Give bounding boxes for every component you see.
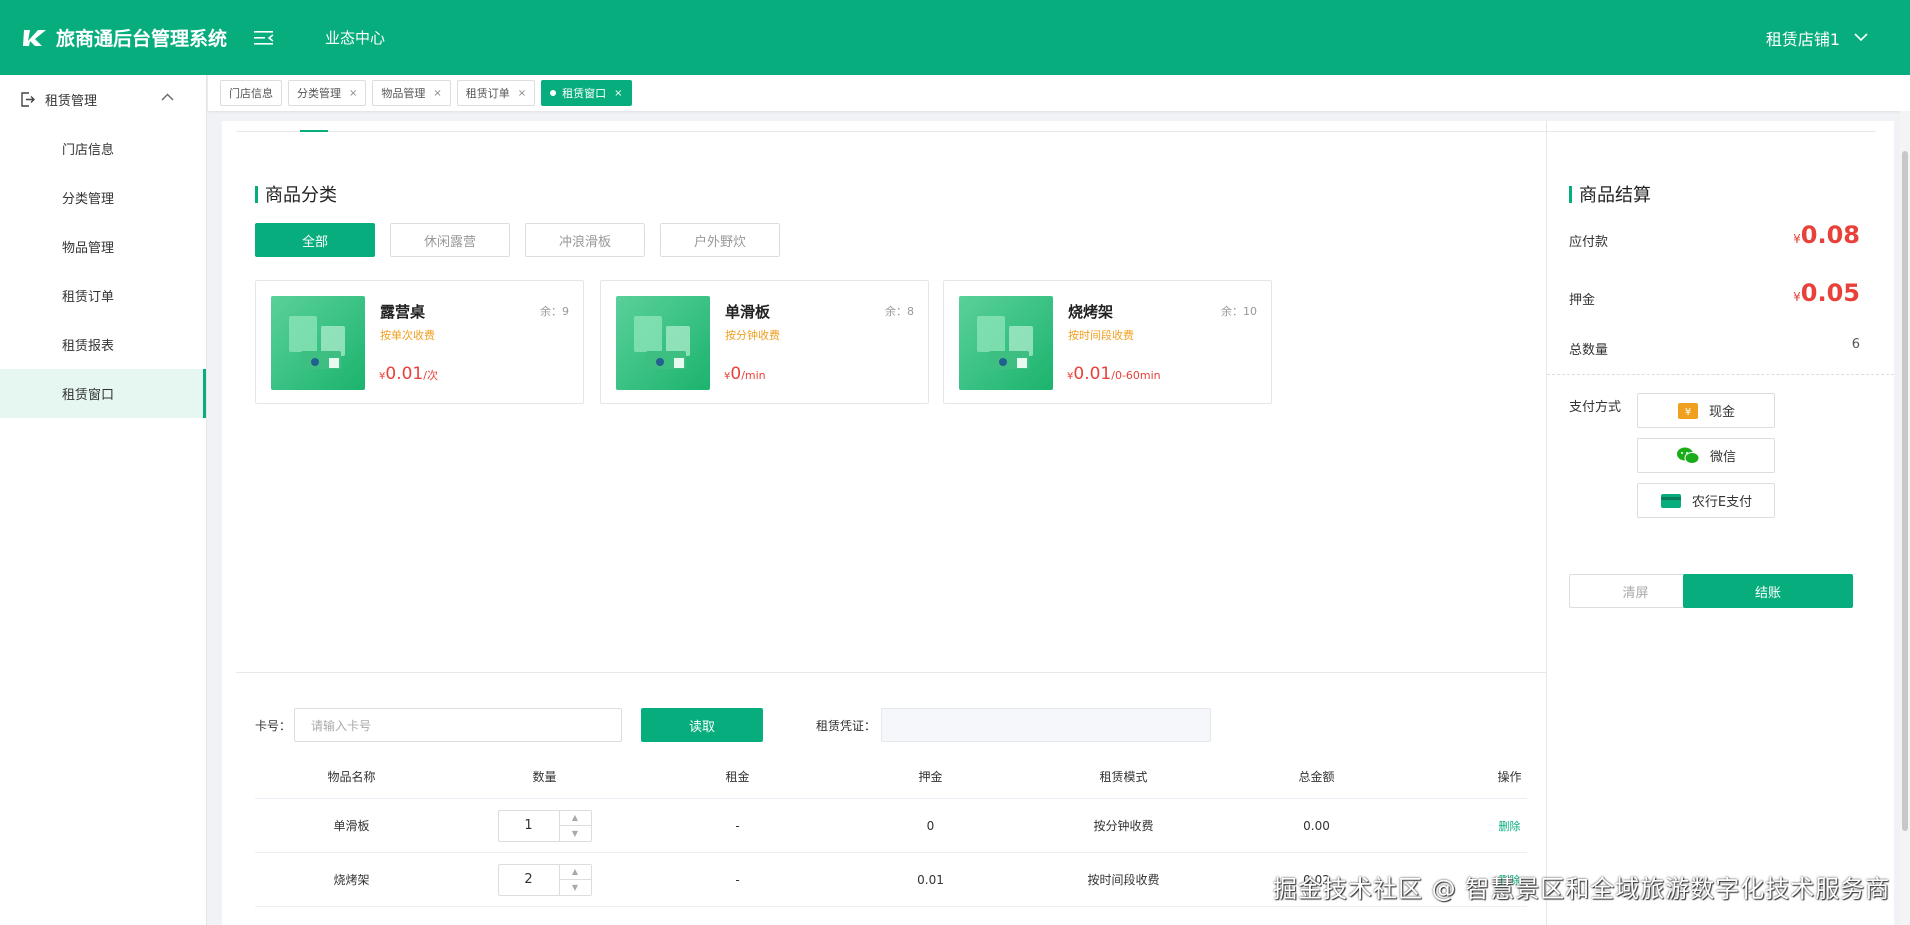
product-price: ¥0/min — [724, 364, 766, 384]
sidebar-item-store-info[interactable]: 门店信息 — [0, 124, 206, 173]
close-icon[interactable]: × — [433, 88, 441, 99]
svg-text:¥: ¥ — [1685, 407, 1691, 418]
total-count-value: 6 — [1851, 337, 1860, 352]
sidebar-item-report[interactable]: 租赁报表 — [0, 320, 206, 369]
nav-business-center[interactable]: 业态中心 — [325, 27, 385, 48]
deposit-label: 押金 — [1569, 293, 1596, 308]
pay-wechat-button[interactable]: 微信 — [1637, 438, 1775, 473]
product-price: ¥0.01/0-60min — [1067, 364, 1161, 384]
total-count-label: 总数量 — [1569, 343, 1609, 358]
card-number-label: 卡号： — [255, 719, 292, 733]
product-card[interactable]: 露营桌 余：9 按单次收费 ¥0.01/次 — [255, 280, 584, 404]
product-card[interactable]: 单滑板 余：8 按分钟收费 ¥0/min — [600, 280, 929, 404]
user-menu[interactable]: 租赁店铺1 — [1766, 0, 1868, 75]
logo[interactable]: 旅商通后台管理系统 — [22, 24, 227, 51]
sidebar: 租赁管理 门店信息 分类管理 物品管理 租赁订单 租赁报表 租赁窗口 — [0, 75, 207, 925]
product-stock: 余：10 — [1221, 305, 1257, 318]
product-image — [271, 296, 365, 390]
logo-icon — [23, 29, 46, 46]
sidebar-item-goods[interactable]: 物品管理 — [0, 222, 206, 271]
table-row: 单滑板 1 ▲ ▼ - 0 按分钟收费 0.00 删除 — [255, 799, 1527, 853]
read-card-button[interactable]: 读取 — [641, 708, 763, 742]
product-charge-mode: 按分钟收费 — [725, 329, 780, 342]
product-card[interactable]: 烧烤架 余：10 按时间段收费 ¥0.01/0-60min — [943, 280, 1272, 404]
category-button-camping[interactable]: 休闲露营 — [390, 223, 510, 257]
product-image — [616, 296, 710, 390]
bank-card-icon — [1660, 492, 1682, 510]
logout-box-icon — [21, 92, 35, 107]
increment-icon[interactable]: ▲ — [559, 811, 591, 826]
menu-toggle-icon[interactable] — [253, 29, 275, 47]
scrollbar-thumb[interactable] — [1902, 151, 1908, 831]
product-stock: 余：8 — [885, 305, 914, 318]
product-pane: 商品分类 全部 休闲露营 冲浪滑板 户外野炊 露营桌 余：9 按单次收费 ¥0.… — [222, 121, 1547, 925]
dashed-divider — [1547, 374, 1894, 375]
settlement-pane: 商品结算 应付款 ¥0.08 押金 ¥0.05 总数量 6 支付方式 ¥ 现金 … — [1547, 121, 1894, 925]
table-header: 物品名称 数量 租金 押金 租赁模式 总金额 操作 — [255, 754, 1527, 799]
main-content: 商品分类 全部 休闲露营 冲浪滑板 户外野炊 露营桌 余：9 按单次收费 ¥0.… — [222, 121, 1894, 925]
category-button-all[interactable]: 全部 — [255, 223, 375, 257]
delete-link[interactable]: 删除 — [1499, 820, 1521, 833]
chevron-down-icon — [1854, 33, 1868, 42]
quantity-stepper[interactable]: 1 ▲ ▼ — [497, 809, 592, 842]
decrement-icon[interactable]: ▼ — [560, 880, 591, 895]
pay-cash-button[interactable]: ¥ 现金 — [1637, 393, 1775, 428]
tab-goods[interactable]: 物品管理 × — [372, 80, 451, 106]
category-button-outdoor-cooking[interactable]: 户外野炊 — [660, 223, 780, 257]
watermark: 掘金技术社区 @ 智慧景区和全域旅游数字化技术服务商 — [1273, 875, 1891, 903]
product-name: 单滑板 — [725, 303, 771, 321]
checkout-button[interactable]: 结账 — [1683, 574, 1853, 608]
sidebar-item-rental-window[interactable]: 租赁窗口 — [0, 369, 206, 418]
rental-voucher-input[interactable] — [881, 708, 1211, 742]
payable-label: 应付款 — [1569, 235, 1609, 250]
product-price: ¥0.01/次 — [379, 364, 438, 384]
category-button-surf[interactable]: 冲浪滑板 — [525, 223, 645, 257]
section-divider — [236, 672, 1546, 673]
payment-method-label: 支付方式 — [1569, 400, 1622, 415]
tab-orders[interactable]: 租赁订单 × — [456, 80, 536, 106]
wechat-icon — [1676, 446, 1700, 466]
top-header: 旅商通后台管理系统 业态中心 租赁店铺1 — [0, 0, 1910, 75]
tab-store-info[interactable]: 门店信息 — [220, 80, 282, 106]
close-icon[interactable]: × — [349, 88, 357, 99]
sidebar-group-label: 租赁管理 — [45, 94, 98, 109]
product-charge-mode: 按单次收费 — [380, 329, 435, 342]
increment-icon[interactable]: ▲ — [559, 865, 591, 880]
active-dot-icon — [550, 90, 557, 96]
tab-category[interactable]: 分类管理 × — [288, 80, 367, 106]
product-image — [959, 296, 1053, 390]
user-name: 租赁店铺1 — [1765, 29, 1840, 49]
chevron-up-icon — [161, 93, 174, 101]
deposit-amount: ¥0.05 — [1793, 279, 1860, 307]
sidebar-item-category[interactable]: 分类管理 — [0, 173, 206, 222]
settlement-section-title: 商品结算 — [1569, 181, 1651, 207]
pay-abc-button[interactable]: 农行E支付 — [1637, 483, 1775, 518]
product-stock: 余：9 — [540, 305, 569, 318]
payable-amount: ¥0.08 — [1793, 221, 1860, 249]
close-icon[interactable]: × — [518, 88, 526, 99]
cash-icon: ¥ — [1677, 402, 1699, 420]
page-scrollbar[interactable] — [1900, 111, 1910, 925]
product-name: 露营桌 — [380, 303, 426, 321]
tab-rental-window[interactable]: 租赁窗口 × — [541, 80, 632, 106]
card-number-input[interactable]: 请输入卡号 — [294, 708, 622, 742]
quantity-stepper[interactable]: 2 ▲ ▼ — [497, 863, 592, 896]
category-section-title: 商品分类 — [255, 181, 337, 207]
tab-bar: 门店信息 分类管理 × 物品管理 × 租赁订单 × 租赁窗口 × — [208, 75, 1910, 111]
product-charge-mode: 按时间段收费 — [1068, 329, 1134, 342]
decrement-icon[interactable]: ▼ — [560, 826, 591, 841]
product-name: 烧烤架 — [1068, 303, 1114, 321]
sidebar-group-rental[interactable]: 租赁管理 — [0, 75, 206, 124]
app-title: 旅商通后台管理系统 — [56, 28, 228, 50]
sidebar-item-orders[interactable]: 租赁订单 — [0, 271, 206, 320]
rental-voucher-label: 租赁凭证： — [816, 719, 877, 733]
close-icon[interactable]: × — [614, 88, 622, 99]
